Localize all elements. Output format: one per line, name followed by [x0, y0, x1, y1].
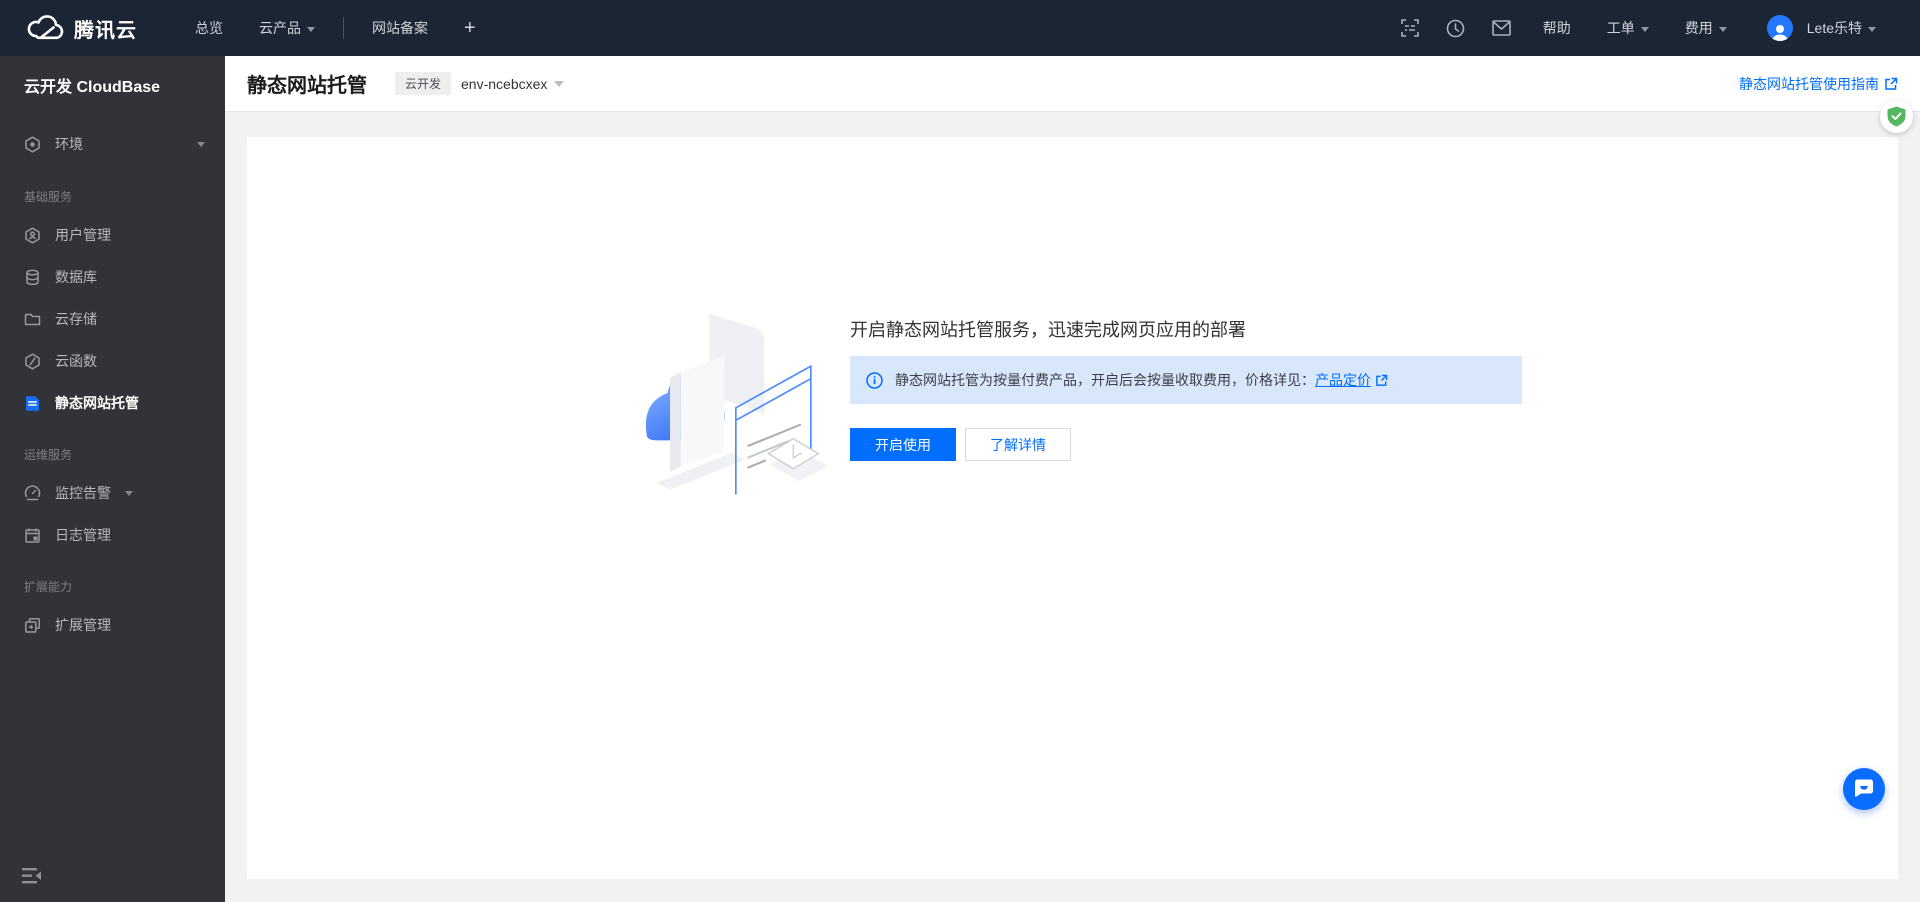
nav-overview[interactable]: 总览 — [177, 0, 241, 56]
history-clock-icon[interactable] — [1433, 0, 1479, 56]
message-mail-icon[interactable] — [1479, 0, 1525, 56]
user-management-icon — [24, 227, 41, 244]
help-menu[interactable]: 帮助 — [1525, 0, 1589, 56]
content-area: 开启静态网站托管服务，迅速完成网页应用的部署 静态网站托管为按量付费产品，开启后… — [225, 112, 1920, 902]
storage-folder-icon — [24, 311, 41, 328]
topbar: 腾讯云 总览 云产品 网站备案 + — [0, 0, 1920, 56]
topbar-right: 帮助 工单 费用 Lete乐特 — [1387, 0, 1920, 56]
learn-more-button[interactable]: 了解详情 — [965, 428, 1071, 461]
topbar-nav: 总览 云产品 网站备案 + — [177, 0, 494, 56]
console-scan-icon[interactable] — [1387, 0, 1433, 56]
hero-block: 开启静态网站托管服务，迅速完成网页应用的部署 静态网站托管为按量付费产品，开启后… — [850, 320, 1530, 461]
sidebar-item-environment[interactable]: 环境 — [0, 122, 225, 166]
sidebar: 云开发 CloudBase 环境 基础服务 用户管理 — [0, 56, 225, 902]
hosting-illustration-image — [630, 297, 830, 502]
env-name: env-ncebcxex — [461, 76, 547, 92]
static-hosting-icon — [24, 395, 41, 412]
monitor-gauge-icon — [24, 485, 41, 502]
avatar — [1767, 15, 1793, 41]
caret-down-icon — [1868, 27, 1876, 32]
account-menu[interactable]: Lete乐特 — [1745, 0, 1894, 56]
sidebar-title: 云开发 CloudBase — [0, 56, 225, 114]
sidebar-collapse-button[interactable] — [22, 867, 44, 890]
sidebar-item-extension-management[interactable]: 扩展管理 — [0, 604, 225, 646]
username: Lete乐特 — [1807, 18, 1862, 38]
sidebar-item-static-hosting[interactable]: 静态网站托管 — [0, 382, 225, 424]
enable-service-button[interactable]: 开启使用 — [850, 428, 956, 461]
tencent-cloud-logo[interactable]: 腾讯云 — [0, 14, 177, 43]
function-icon — [24, 353, 41, 370]
billing-menu[interactable]: 费用 — [1667, 0, 1745, 56]
external-link-icon — [1375, 374, 1388, 387]
nav-website-beian[interactable]: 网站备案 — [354, 0, 446, 56]
info-icon — [866, 372, 883, 389]
logo-text: 腾讯云 — [74, 14, 137, 43]
action-buttons: 开启使用 了解详情 — [850, 428, 1530, 461]
external-link-icon — [1884, 77, 1898, 91]
sidebar-item-cloud-function[interactable]: 云函数 — [0, 340, 225, 382]
cloud-logo-icon — [26, 14, 64, 42]
billing-notice-banner: 静态网站托管为按量付费产品，开启后会按量收取费用，价格详见：产品定价 — [850, 356, 1522, 404]
env-selector[interactable]: env-ncebcxex — [461, 76, 564, 92]
ticket-menu[interactable]: 工单 — [1589, 0, 1667, 56]
database-icon — [24, 269, 41, 286]
sidebar-group-ops: 运维服务 — [24, 446, 201, 466]
caret-down-icon — [307, 27, 315, 32]
notice-text: 静态网站托管为按量付费产品，开启后会按量收取费用，价格详见：产品定价 — [895, 370, 1388, 390]
hosting-guide-link[interactable]: 静态网站托管使用指南 — [1739, 74, 1898, 94]
caret-down-icon — [125, 491, 133, 496]
sidebar-group-extensions: 扩展能力 — [24, 578, 201, 598]
caret-down-icon — [1719, 27, 1727, 32]
sidebar-item-user-management[interactable]: 用户管理 — [0, 214, 225, 256]
extension-icon — [24, 617, 41, 634]
nav-divider — [343, 17, 344, 39]
caret-down-icon — [1641, 27, 1649, 32]
sidebar-item-log-management[interactable]: 日志管理 — [0, 514, 225, 556]
hosting-intro-card: 开启静态网站托管服务，迅速完成网页应用的部署 静态网站托管为按量付费产品，开启后… — [247, 137, 1898, 879]
caret-down-icon — [554, 81, 564, 87]
security-shield-badge[interactable] — [1880, 100, 1913, 133]
environment-icon — [24, 136, 41, 153]
page-header: 静态网站托管 云开发 env-ncebcxex 静态网站托管使用指南 — [225, 56, 1920, 112]
sidebar-item-database[interactable]: 数据库 — [0, 256, 225, 298]
log-calendar-icon — [24, 527, 41, 544]
nav-cloud-products[interactable]: 云产品 — [241, 0, 333, 56]
chat-support-button[interactable] — [1843, 768, 1885, 810]
page-title: 静态网站托管 — [247, 69, 367, 98]
hero-heading: 开启静态网站托管服务，迅速完成网页应用的部署 — [850, 320, 1530, 340]
pricing-link[interactable]: 产品定价 — [1315, 370, 1388, 390]
nav-add-shortcut[interactable]: + — [446, 0, 494, 56]
caret-down-icon — [197, 142, 205, 147]
sidebar-group-basic: 基础服务 — [24, 188, 201, 208]
sidebar-item-monitor-alarm[interactable]: 监控告警 — [0, 472, 225, 514]
sidebar-item-cloud-storage[interactable]: 云存储 — [0, 298, 225, 340]
env-type-badge: 云开发 — [395, 72, 451, 95]
